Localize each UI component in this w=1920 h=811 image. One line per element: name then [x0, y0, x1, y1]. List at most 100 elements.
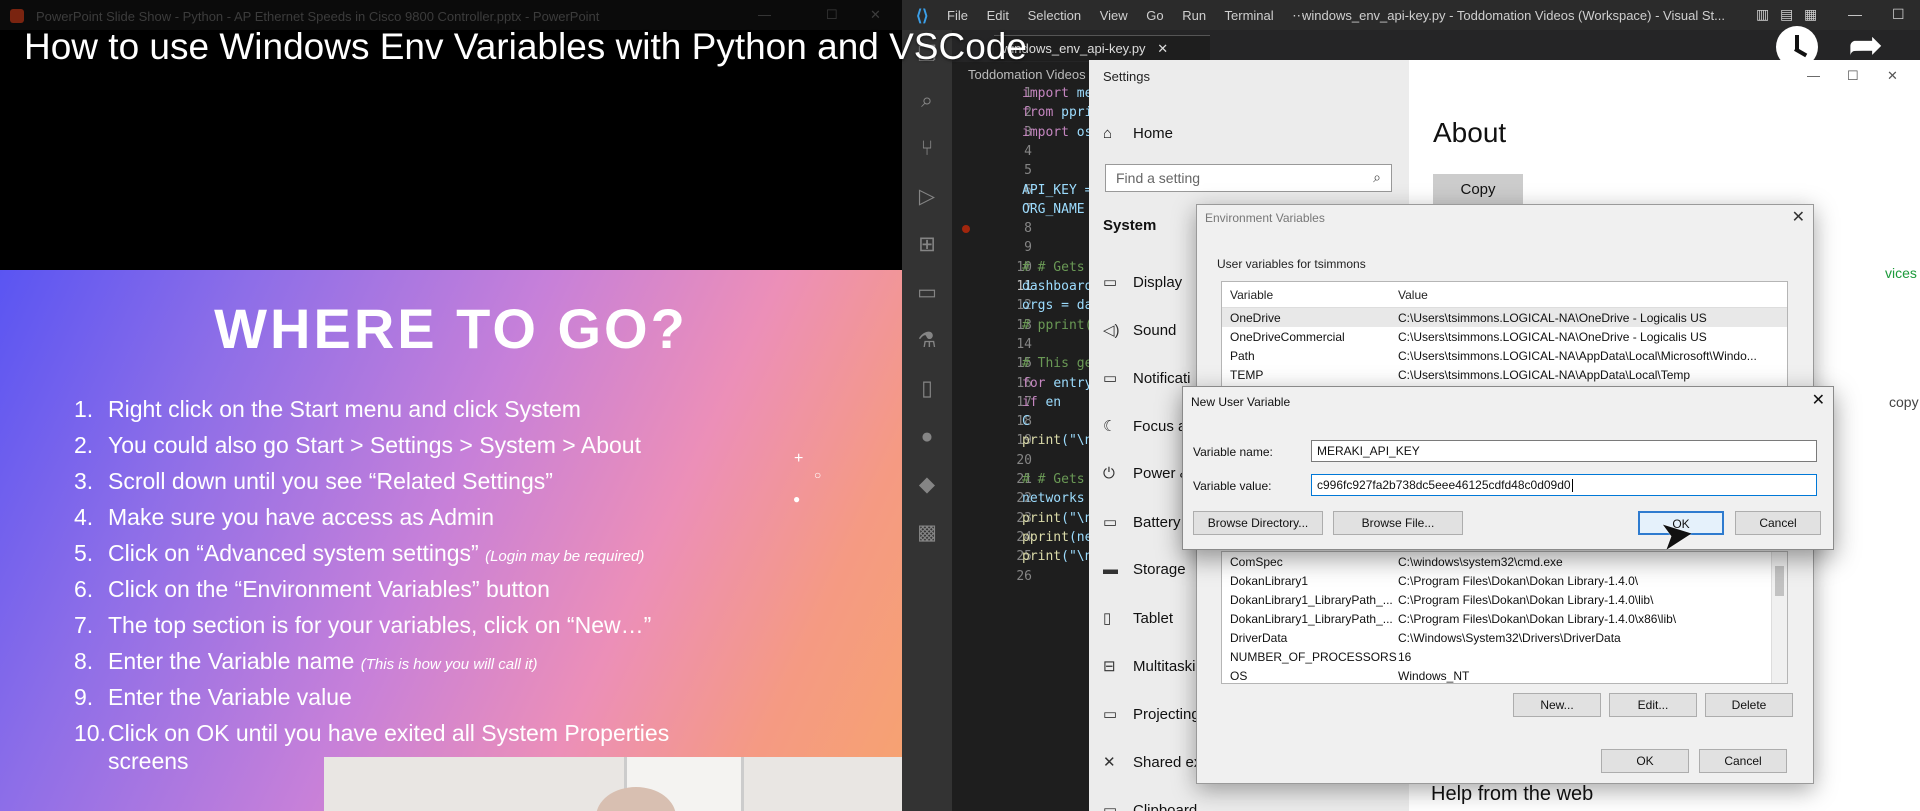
user-variables-label: User variables for tsimmons	[1217, 257, 1366, 271]
share-icon[interactable]: ➦	[1848, 20, 1883, 69]
tab-close-icon[interactable]: ✕	[1157, 41, 1168, 56]
step-number: 9.	[74, 684, 94, 710]
remote-explorer-icon[interactable]: ▭	[914, 280, 940, 306]
table-row[interactable]: DriverData C:\Windows\System32\Drivers\Dr…	[1222, 628, 1787, 647]
var-name: TEMP	[1230, 368, 1264, 382]
variable-value-input[interactable]: c996fc927fa2b738dc5eee46125cdfd48c0d09d0	[1311, 474, 1817, 496]
code-token: # # Gets	[1022, 259, 1085, 275]
maximize-icon[interactable]: ☐	[826, 7, 838, 23]
layout-customize-icon[interactable]: ▦	[1804, 6, 1817, 23]
table-row[interactable]: Path C:\Users\tsimmons.LOGICAL-NA\AppData…	[1222, 346, 1787, 365]
column-header-variable[interactable]: Variable	[1230, 288, 1273, 302]
nav-storage[interactable]: ▬ Storage	[1103, 561, 1186, 578]
code-token: ("\n	[1061, 510, 1093, 526]
ok-button[interactable]: OK	[1601, 749, 1689, 773]
settings-search-placeholder: Find a setting	[1116, 170, 1201, 186]
column-header-value[interactable]: Value	[1398, 288, 1428, 302]
nav-shared-experiences[interactable]: ✕ Shared ex	[1103, 753, 1201, 771]
maximize-icon[interactable]: ☐	[1847, 68, 1859, 84]
notebook-icon[interactable]: ▯	[914, 376, 940, 402]
nav-focus-assist[interactable]: ☾ Focus a	[1103, 417, 1186, 435]
close-icon[interactable]: ✕	[1792, 207, 1805, 227]
testing-icon[interactable]: ⚗	[914, 328, 940, 354]
extensions-icon[interactable]: ⊞	[914, 232, 940, 258]
minimize-icon[interactable]: —	[758, 7, 771, 22]
close-icon[interactable]: ✕	[870, 7, 881, 23]
delete-system-variable-button[interactable]: Delete	[1705, 693, 1793, 717]
step-number: 5.	[74, 540, 94, 566]
step-number: 7.	[74, 612, 94, 638]
table-row[interactable]: OneDrive C:\Users\tsimmons.LOGICAL-NA\One…	[1222, 308, 1787, 327]
breakpoint-marker[interactable]	[962, 225, 970, 233]
settings-search-input[interactable]: Find a setting ⌕	[1105, 164, 1392, 192]
nav-tablet[interactable]: ▯ Tablet	[1103, 609, 1173, 627]
mouse-cursor-icon: ➤	[1657, 510, 1697, 560]
github-icon[interactable]: ●	[914, 424, 940, 450]
nav-notifications[interactable]: ▭ Notificati	[1103, 369, 1191, 387]
table-row[interactable]: OS Windows_NT	[1222, 666, 1787, 683]
minimize-icon[interactable]: —	[1807, 68, 1820, 83]
system-variables-list[interactable]: ComSpec C:\windows\system32\cmd.exe Dokan…	[1221, 551, 1788, 684]
code-line: # # Gets	[1022, 260, 1085, 275]
cancel-button[interactable]: Cancel	[1699, 749, 1787, 773]
browse-directory-button[interactable]: Browse Directory...	[1193, 511, 1323, 535]
copy-button[interactable]: Copy	[1433, 174, 1523, 206]
watch-later-icon[interactable]	[1776, 26, 1818, 68]
nav-battery[interactable]: ▭ Battery	[1103, 513, 1181, 531]
table-row[interactable]: NUMBER_OF_PROCESSORS 16	[1222, 647, 1787, 666]
table-row[interactable]: DokanLibrary1 C:\Program Files\Dokan\Doka…	[1222, 571, 1787, 590]
run-debug-icon[interactable]: ▷	[914, 184, 940, 210]
new-system-variable-button[interactable]: New...	[1513, 693, 1601, 717]
var-name: NUMBER_OF_PROCESSORS	[1230, 650, 1397, 664]
var-value: Windows_NT	[1398, 669, 1470, 683]
browse-file-button[interactable]: Browse File...	[1333, 511, 1463, 535]
close-icon[interactable]: ✕	[1812, 390, 1825, 410]
tablet-icon: ▯	[1103, 610, 1112, 627]
python-icon[interactable]: ◆	[914, 472, 940, 498]
table-row[interactable]: ComSpec C:\windows\system32\cmd.exe	[1222, 552, 1787, 571]
nav-label: Battery	[1133, 514, 1181, 531]
maximize-icon[interactable]: ☐	[1892, 6, 1905, 23]
scrollbar[interactable]	[1771, 552, 1787, 683]
menu-view[interactable]: View	[1100, 8, 1128, 23]
source-control-icon[interactable]: ⑂	[914, 136, 940, 162]
nav-multitasking[interactable]: ⊟ Multitaski	[1103, 657, 1196, 675]
menu-run[interactable]: Run	[1182, 8, 1206, 23]
table-row[interactable]: OneDriveCommercial C:\Users\tsimmons.LOGI…	[1222, 327, 1787, 346]
video-title[interactable]: How to use Windows Env Variables with Py…	[24, 26, 1027, 68]
settings-home[interactable]: ⌂ Home	[1103, 125, 1173, 142]
nav-projecting[interactable]: ▭ Projecting	[1103, 705, 1200, 723]
scrollbar-thumb[interactable]	[1775, 566, 1784, 596]
menu-go[interactable]: Go	[1146, 8, 1163, 23]
step-number: 4.	[74, 504, 94, 530]
services-link-fragment[interactable]: vices	[1885, 265, 1917, 281]
edit-system-variable-button[interactable]: Edit...	[1609, 693, 1697, 717]
search-icon[interactable]: ⌕	[914, 88, 940, 114]
docker-icon[interactable]: ▩	[914, 520, 940, 546]
layout-bottom-icon[interactable]: ▤	[1780, 6, 1793, 23]
table-row[interactable]: DokanLibrary1_LibraryPath_... C:\Program …	[1222, 609, 1787, 628]
nav-clipboard[interactable]: ▭ Clipboard	[1103, 801, 1197, 811]
code-token: # This ge	[1022, 356, 1093, 372]
var-value: C:\Program Files\Dokan\Dokan Library-1.4…	[1398, 593, 1654, 607]
nav-sound[interactable]: ◁) Sound	[1103, 321, 1176, 339]
powerpoint-window-title: PowerPoint Slide Show - Python - AP Ethe…	[36, 9, 600, 24]
menu-terminal[interactable]: Terminal	[1225, 8, 1274, 23]
layout-panel-icon[interactable]: ▥	[1756, 6, 1769, 23]
menu-file[interactable]: File	[947, 8, 968, 23]
code-token: for	[1022, 375, 1054, 391]
menu-edit[interactable]: Edit	[987, 8, 1009, 23]
cancel-button[interactable]: Cancel	[1735, 511, 1821, 535]
user-variables-list[interactable]: Variable Value OneDrive C:\Users\tsimmons…	[1221, 281, 1788, 396]
breadcrumb[interactable]: Toddomation Videos	[968, 67, 1086, 82]
nav-power[interactable]: ⏻ Power &	[1103, 465, 1190, 482]
projecting-icon: ▭	[1103, 706, 1118, 723]
variable-name-input[interactable]: MERAKI_API_KEY	[1311, 440, 1817, 462]
menu-selection[interactable]: Selection	[1028, 8, 1081, 23]
nav-display[interactable]: ▭ Display	[1103, 273, 1182, 291]
var-name: OneDriveCommercial	[1230, 330, 1345, 344]
table-row[interactable]: DokanLibrary1_LibraryPath_... C:\Program …	[1222, 590, 1787, 609]
table-row[interactable]: TEMP C:\Users\tsimmons.LOGICAL-NA\AppData…	[1222, 365, 1787, 384]
close-icon[interactable]: ✕	[1887, 68, 1898, 84]
search-icon: ⌕	[1373, 169, 1381, 185]
